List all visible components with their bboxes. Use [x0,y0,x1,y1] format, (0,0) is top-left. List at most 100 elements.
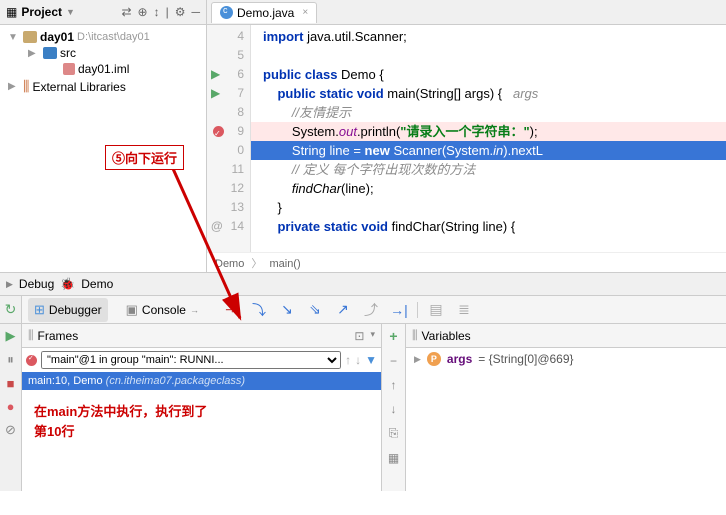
sep: | [166,5,169,19]
run-gutter-icon[interactable]: ▶ [211,65,220,84]
debugger-tab[interactable]: ⊞ Debugger [28,298,108,322]
root-path: D:\itcast\day01 [77,31,150,43]
project-panel: ▦ Project ▼ ⇄ ⊕ ↕ | ⚙ ─ ▼ day01 D:\itcas… [0,0,207,272]
src-label: src [60,46,76,60]
stack-frame[interactable]: main:10, Demo (cn.itheima07.packageclass… [22,372,381,390]
trace-icon[interactable]: ≣ [454,300,474,320]
root-label: day01 [40,30,74,44]
close-tab-icon[interactable]: × [302,7,308,18]
next-frame-icon[interactable]: ↓ [355,353,361,367]
step-over-icon[interactable]: ⤵ [249,300,269,320]
editor: Demo.java × 4 5 ▶6 ▶7 8 9 0 11 12 13 @14… [207,0,726,272]
vars-title: Variables [422,329,471,343]
rerun-strip[interactable]: ↻ [0,296,22,323]
callout-annotation: ⑤向下运行 [105,145,184,170]
project-title: Project [21,5,62,19]
breakpoints-icon[interactable]: ● [7,399,15,414]
filter-icon[interactable]: ▼ [365,353,377,367]
debug-panels: ▶ ⏸ ■ ● ⊘ ⫼ Frames ⊡▾ "main"@1 in group … [0,324,726,491]
bug-icon: 🐞 [60,277,75,291]
project-tree: ▼ day01 D:\itcast\day01 ▶ src day01.iml … [0,25,206,100]
step-out-icon[interactable]: ↗ [333,300,353,320]
iml-label: day01.iml [78,62,129,76]
libs-label: External Libraries [32,80,125,94]
java-file-icon [220,6,233,19]
tree-iml[interactable]: day01.iml [0,61,206,77]
editor-tabs: Demo.java × [207,0,726,25]
vars-toolbar: + − ↑ ↓ ⎘ ▦ [382,324,406,491]
gear-icon[interactable]: ⚙ [175,5,186,19]
project-header: ▦ Project ▼ ⇄ ⊕ ↕ | ⚙ ─ [0,0,206,25]
stack-package: (cn.itheima07.packageclass) [106,375,245,387]
sort-icon[interactable]: ↕ [154,5,160,19]
target-icon[interactable]: ⊕ [138,5,148,19]
var-value: = {String[0]@669} [478,352,573,366]
show-execution-icon[interactable]: ⇥ [221,300,241,320]
iml-icon [63,63,75,75]
thread-dropdown[interactable]: "main"@1 in group "main": RUNNI... [41,351,341,369]
annotation-box: 在main方法中执行，执行到了 第10行 [28,396,375,447]
grip-icon[interactable]: ⫼ [28,328,34,343]
debug-toolbar: ↻ ⊞ Debugger ▣ Console → ⇥ ⤵ ↘ ⇘ ↗ ⤴ →| … [0,296,726,324]
add-watch-icon[interactable]: + [389,328,397,344]
frames-title: Frames [38,329,79,343]
grip-icon[interactable]: ⫼ [412,328,418,343]
code-area[interactable]: 4 5 ▶6 ▶7 8 9 0 11 12 13 @14 import java… [207,25,726,252]
breakpoint-icon[interactable] [213,126,224,137]
debug-config: Demo [81,277,113,291]
folder-icon [23,31,37,43]
console-tab-label: Console [142,303,186,317]
src-folder-icon [43,47,57,59]
down-icon[interactable]: ↓ [391,402,397,416]
code-content[interactable]: import java.util.Scanner; public class D… [251,25,726,252]
frames-panel: ⫼ Frames ⊡▾ "main"@1 in group "main": RU… [22,324,382,491]
pause-icon[interactable]: ⏸ [7,352,14,368]
variables-panel: + − ↑ ↓ ⎘ ▦ ⫼ Variables ▶ P args = {Stri… [382,324,726,491]
var-name: args [447,352,472,366]
prev-frame-icon[interactable]: ↑ [345,353,351,367]
override-icon[interactable]: @ [211,217,223,236]
rerun-icon: ↻ [5,301,17,318]
breadcrumb-class[interactable]: Demo [215,258,244,270]
breadcrumb[interactable]: Demo 〉 main() [207,252,726,272]
remove-watch-icon[interactable]: − [390,354,397,368]
stop-icon[interactable]: ■ [7,376,15,391]
console-tab[interactable]: ▣ Console → [120,298,205,322]
thread-selector: "main"@1 in group "main": RUNNI... ↑ ↓ ▼ [22,348,381,372]
debug-left-toolbar: ▶ ⏸ ■ ● ⊘ [0,324,22,491]
tab-label: Demo.java [237,6,294,20]
debug-header: ▶ Debug 🐞 Demo [0,272,726,296]
library-icon: ⫼ [23,78,29,95]
debugger-tab-label: Debugger [49,303,102,317]
run-to-cursor-icon[interactable]: →| [389,300,409,320]
collapse-icon[interactable]: ⇄ [121,5,131,19]
variable-row[interactable]: ▶ P args = {String[0]@669} [406,348,726,370]
debug-title: Debug [19,277,54,291]
restore-icon[interactable]: ⊡ [354,329,364,343]
stack-text: main:10, Demo [28,375,106,387]
tree-root[interactable]: ▼ day01 D:\itcast\day01 [0,29,206,45]
minimize-icon[interactable]: ─ [191,5,200,19]
project-icon: ▦ [6,5,17,19]
annotation-line2: 第10行 [34,422,369,442]
up-icon[interactable]: ↑ [391,378,397,392]
breakpoint-small-icon [26,355,37,366]
frames-header: ⫼ Frames ⊡▾ [22,324,381,348]
console-arrow-icon: → [190,305,199,315]
param-icon: P [427,352,441,366]
drop-frame-icon[interactable]: ⤴ [361,300,381,320]
step-into-icon[interactable]: ↘ [277,300,297,320]
breadcrumb-method[interactable]: main() [269,258,300,270]
copy-icon[interactable]: ⎘ [389,426,399,441]
evaluate-icon[interactable]: ▤ [426,300,446,320]
run-gutter-icon[interactable]: ▶ [211,84,220,103]
tree-src[interactable]: ▶ src [0,45,206,61]
layout-icon[interactable]: ▦ [388,451,399,465]
resume-icon[interactable]: ▶ [6,328,16,344]
tree-libs[interactable]: ▶⫼ External Libraries [0,77,206,96]
editor-tab[interactable]: Demo.java × [211,2,317,23]
gutter: 4 5 ▶6 ▶7 8 9 0 11 12 13 @14 [207,25,251,252]
annotation-line1: 在main方法中执行，执行到了 [34,402,369,422]
mute-icon[interactable]: ⊘ [5,422,16,438]
force-step-into-icon[interactable]: ⇘ [305,300,325,320]
